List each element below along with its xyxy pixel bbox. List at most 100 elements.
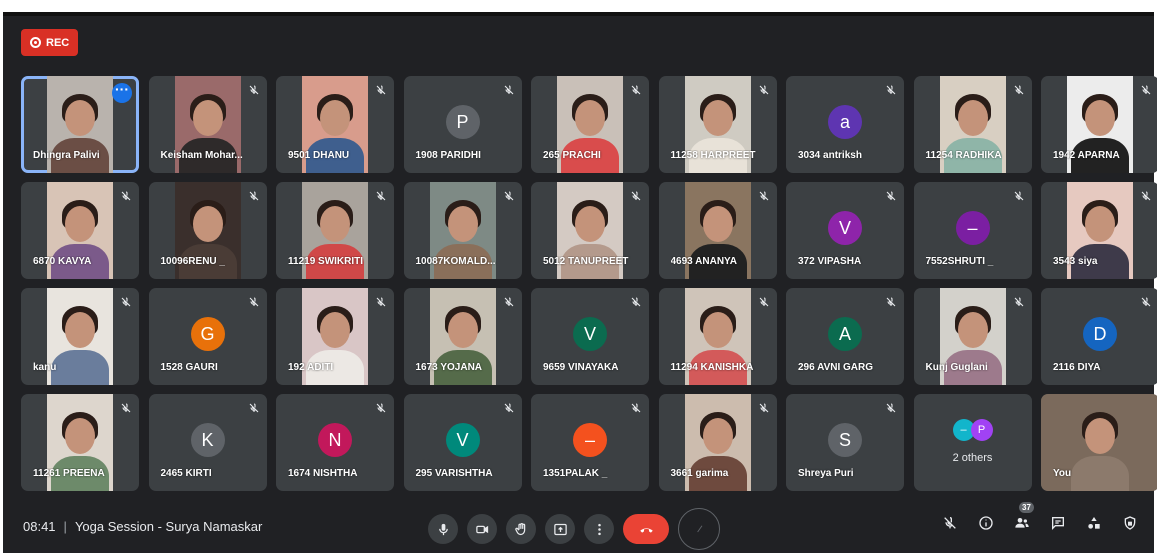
participant-name: 11261 PREENA	[33, 468, 105, 479]
participant-tile[interactable]: – 7552SHRUTI _	[913, 182, 1032, 279]
mini-avatar: P	[970, 419, 993, 441]
participant-tile[interactable]: Kunj Guglani	[913, 288, 1032, 385]
participant-tile[interactable]: 11294 KANISHKA	[658, 288, 777, 385]
participant-tile[interactable]: 4693 ANANYA	[658, 182, 777, 279]
participant-tile[interactable]: V 9659 VINAYAKA	[531, 288, 649, 385]
mic-off-icon	[502, 401, 516, 415]
person-face	[192, 206, 223, 242]
mic-off-icon	[629, 83, 643, 97]
mic-off-icon	[502, 83, 516, 97]
more-options-button[interactable]	[584, 514, 614, 544]
chat-icon	[1052, 517, 1064, 530]
participant-name: 11254 RADHIKA	[925, 150, 1002, 161]
participant-tile[interactable]: 3661 garima	[658, 394, 777, 491]
participant-tile[interactable]: K 2465 KIRTI	[148, 394, 267, 491]
participant-tile[interactable]: kanu	[21, 288, 139, 385]
leave-call-button[interactable]	[623, 514, 669, 544]
mic-off-icon	[502, 295, 516, 309]
participant-tile[interactable]: 9501 DHANU	[276, 76, 394, 173]
participant-tile[interactable]: V 372 VIPASHA	[786, 182, 904, 279]
participant-tile[interactable]: P 1908 PARIDHI	[403, 76, 522, 173]
participant-tile[interactable]: 11261 PREENA	[21, 394, 139, 491]
participant-tile[interactable]: 6870 KAVYA	[21, 182, 139, 279]
activities-button[interactable]	[1085, 514, 1103, 532]
participant-tile[interactable]: D 2116 DIYA	[1041, 288, 1157, 385]
participant-avatar: G	[190, 317, 225, 351]
participant-name: 1528 GAURI	[160, 362, 218, 373]
participant-tile[interactable]: 10096RENU _	[148, 182, 267, 279]
microphone-button[interactable]	[428, 514, 458, 544]
participant-name: 192 ADITI	[288, 362, 334, 373]
participant-tile[interactable]: V 295 VARISHTHA	[403, 394, 522, 491]
person-face	[1085, 100, 1115, 136]
participant-name: 296 AVNI GARG	[798, 362, 874, 373]
participant-tile[interactable]: 1673 YOJANA	[403, 288, 522, 385]
participant-tile[interactable]: 11254 RADHIKA	[913, 76, 1032, 173]
mic-off-icon	[374, 189, 388, 203]
host-mute-button[interactable]	[941, 514, 959, 532]
person-face	[702, 418, 733, 454]
participant-tile[interactable]: N 1674 NISHTHA	[276, 394, 394, 491]
mic-off-icon	[944, 517, 956, 529]
person-face	[192, 100, 223, 136]
participant-avatar: V	[445, 423, 480, 457]
participant-tile[interactable]: 5012 TANUPREET	[531, 182, 649, 279]
participant-tile[interactable]: G 1528 GAURI	[148, 288, 267, 385]
mic-off-icon	[119, 401, 133, 415]
check-button[interactable]	[678, 508, 720, 550]
participant-tile[interactable]: 11219 SWIKRITI	[276, 182, 394, 279]
participant-tile[interactable]: You	[1041, 394, 1157, 491]
mic-off-icon	[757, 401, 771, 415]
participant-avatar: S	[828, 423, 862, 457]
separator: |	[63, 519, 67, 534]
participant-tile[interactable]: 11258 HARPREET	[658, 76, 777, 173]
participant-tile[interactable]: 265 PRACHI	[531, 76, 649, 173]
participant-name: 1673 YOJANA	[415, 362, 483, 373]
camera-button[interactable]	[467, 514, 497, 544]
person-face	[575, 206, 605, 242]
participant-tile[interactable]: 3543 siya	[1041, 182, 1157, 279]
raise-hand-button[interactable]	[506, 514, 536, 544]
participant-name: You	[1053, 468, 1072, 479]
meeting-details-button[interactable]	[977, 514, 995, 532]
person-face	[1085, 206, 1115, 242]
participant-name: 3034 antriksh	[798, 150, 862, 161]
chat-button[interactable]	[1049, 514, 1067, 532]
meeting-title[interactable]: Yoga Session - Surya Namaskar	[75, 519, 262, 534]
phone-hangup-icon	[639, 527, 653, 533]
participant-tile[interactable]: A 296 AVNI GARG	[786, 288, 904, 385]
tile-options-icon[interactable]: ···	[112, 82, 132, 103]
participant-tile[interactable]: Dhingra Palivi ···	[21, 76, 139, 173]
hand-icon	[514, 522, 525, 535]
meet-window: REC Dhingra Palivi ··· Keisham Mohar... 950…	[3, 0, 1157, 553]
participant-tile[interactable]: Keisham Mohar...	[148, 76, 267, 173]
mic-off-icon	[1012, 189, 1026, 203]
participant-avatar: A	[828, 317, 862, 351]
mic-off-icon	[247, 83, 261, 97]
participant-tile[interactable]: 1942 APARNA	[1041, 76, 1157, 173]
present-button[interactable]	[545, 514, 575, 544]
participant-tile[interactable]: 10087KOMALD...	[403, 182, 522, 279]
participant-tile[interactable]: a 3034 antriksh	[786, 76, 904, 173]
mic-off-icon	[1012, 83, 1026, 97]
participant-tile[interactable]: – P 2 others	[913, 394, 1032, 491]
people-button[interactable]: 37	[1013, 502, 1034, 532]
present-icon	[553, 523, 567, 535]
mic-off-icon	[247, 295, 261, 309]
participant-tile[interactable]: – 1351PALAK _	[531, 394, 649, 491]
participant-name: 295 VARISHTHA	[415, 468, 493, 479]
participant-tile[interactable]: S Shreya Puri	[786, 394, 904, 491]
person-face	[65, 206, 95, 242]
participant-name: kanu	[33, 362, 57, 373]
others-label: 2 others	[952, 452, 993, 464]
mic-off-icon	[374, 83, 388, 97]
person-face	[575, 100, 605, 136]
participant-tile[interactable]: 192 ADITI	[276, 288, 394, 385]
participant-name: 2116 DIYA	[1053, 362, 1101, 373]
mic-off-icon	[502, 189, 516, 203]
info-icon	[979, 516, 993, 530]
mic-off-icon	[119, 295, 133, 309]
mic-off-icon	[374, 295, 388, 309]
host-controls-button[interactable]	[1121, 514, 1139, 532]
mic-off-icon	[884, 401, 898, 415]
